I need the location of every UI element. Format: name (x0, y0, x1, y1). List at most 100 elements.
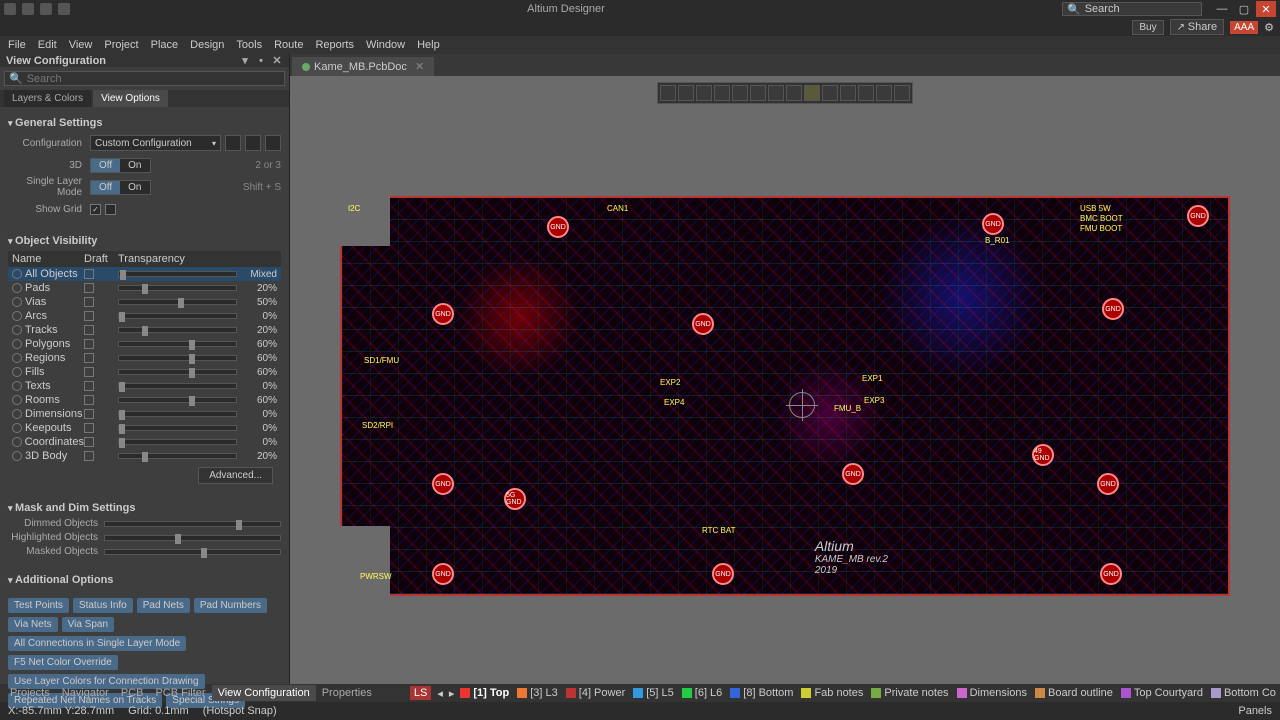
transparency-slider[interactable] (118, 453, 237, 459)
close-tab-icon[interactable]: ✕ (415, 60, 424, 73)
panel-tab[interactable]: View Configuration (212, 685, 316, 701)
panel-tab[interactable]: Navigator (56, 685, 115, 701)
config-delete-icon[interactable] (265, 135, 281, 151)
objvis-row[interactable]: Coordinates 0% (8, 435, 281, 449)
menu-view[interactable]: View (69, 39, 93, 51)
visibility-toggle-icon[interactable] (12, 423, 22, 433)
layer-item[interactable]: Bottom Courtyard (1211, 687, 1276, 699)
global-search[interactable]: 🔍 Search (1062, 2, 1202, 16)
draft-checkbox[interactable] (84, 311, 94, 321)
activebar-tool-icon[interactable] (696, 85, 712, 101)
draft-checkbox[interactable] (84, 269, 94, 279)
transparency-slider[interactable] (118, 355, 237, 361)
minimize-button[interactable]: — (1212, 1, 1232, 17)
gnd-pad[interactable]: GND (1100, 563, 1122, 585)
settings-icon[interactable]: ⚙ (1264, 21, 1274, 34)
mask-slider[interactable] (104, 535, 281, 541)
activebar-tool-icon[interactable] (894, 85, 910, 101)
option-chip[interactable]: All Connections in Single Layer Mode (8, 636, 186, 651)
gnd-pad[interactable]: GND (432, 473, 454, 495)
menu-window[interactable]: Window (366, 39, 405, 51)
activebar-tool-icon[interactable] (732, 85, 748, 101)
objvis-row[interactable]: Dimensions 0% (8, 407, 281, 421)
panel-close-icon[interactable]: ✕ (271, 54, 283, 67)
activebar-tool-icon[interactable] (714, 85, 730, 101)
document-tab[interactable]: Kame_MB.PcbDoc ✕ (292, 57, 434, 76)
gnd-pad[interactable]: GND (1097, 473, 1119, 495)
activebar-tool-icon[interactable] (786, 85, 802, 101)
transparency-slider[interactable] (118, 397, 237, 403)
panel-tab[interactable]: PCB (115, 685, 150, 701)
visibility-toggle-icon[interactable] (12, 283, 22, 293)
draft-checkbox[interactable] (84, 451, 94, 461)
option-chip[interactable]: F5 Net Color Override (8, 655, 118, 670)
visibility-toggle-icon[interactable] (12, 339, 22, 349)
draft-checkbox[interactable] (84, 353, 94, 363)
panel-search[interactable]: 🔍 Search (4, 71, 285, 86)
objvis-row[interactable]: Tracks 20% (8, 323, 281, 337)
object-visibility-header[interactable]: Object Visibility (8, 235, 281, 247)
gnd-pad[interactable]: GND (712, 563, 734, 585)
transparency-slider[interactable] (118, 341, 237, 347)
menu-edit[interactable]: Edit (38, 39, 57, 51)
panel-dropdown-icon[interactable]: ▾ (239, 54, 251, 67)
gnd-pad[interactable]: GND (1102, 298, 1124, 320)
app-icon[interactable] (22, 3, 34, 15)
menu-tools[interactable]: Tools (236, 39, 262, 51)
configuration-dropdown[interactable]: Custom Configuration (90, 135, 221, 151)
tab-view-options[interactable]: View Options (93, 90, 168, 107)
gnd-pad[interactable]: GND (692, 313, 714, 335)
panels-button[interactable]: Panels (1238, 705, 1272, 717)
gnd-pad[interactable]: GND (432, 303, 454, 325)
layer-item[interactable]: [3] L3 (517, 687, 558, 699)
gnd-pad[interactable]: GND (1187, 205, 1209, 227)
transparency-slider[interactable] (118, 271, 237, 277)
transparency-slider[interactable] (118, 411, 237, 417)
draft-checkbox[interactable] (84, 381, 94, 391)
layer-next-icon[interactable]: ▸ (449, 687, 455, 700)
transparency-slider[interactable] (118, 299, 237, 305)
objvis-row[interactable]: All Objects Mixed (8, 267, 281, 281)
gnd-pad[interactable]: GND (547, 216, 569, 238)
transparency-slider[interactable] (118, 425, 237, 431)
gnd-pad[interactable]: GND (842, 463, 864, 485)
menu-reports[interactable]: Reports (315, 39, 354, 51)
visibility-toggle-icon[interactable] (12, 269, 22, 279)
draft-checkbox[interactable] (84, 409, 94, 419)
close-button[interactable]: ✕ (1256, 1, 1276, 17)
config-save-icon[interactable] (245, 135, 261, 151)
activebar-tool-icon[interactable] (858, 85, 874, 101)
visibility-toggle-icon[interactable] (12, 367, 22, 377)
draft-checkbox[interactable] (84, 325, 94, 335)
pcb-canvas[interactable]: Altium KAME_MB rev.2 2019 GNDGNDGNDGNDGN… (290, 76, 1280, 684)
layer-item[interactable]: [6] L6 (682, 687, 723, 699)
gnd-pad[interactable]: GND (432, 563, 454, 585)
visibility-toggle-icon[interactable] (12, 451, 22, 461)
menu-file[interactable]: File (8, 39, 26, 51)
draft-checkbox[interactable] (84, 367, 94, 377)
config-load-icon[interactable] (225, 135, 241, 151)
draft-checkbox[interactable] (84, 283, 94, 293)
activebar-tool-icon[interactable] (876, 85, 892, 101)
visibility-toggle-icon[interactable] (12, 297, 22, 307)
objvis-row[interactable]: Texts 0% (8, 379, 281, 393)
ls-indicator[interactable]: LS (410, 686, 431, 700)
transparency-slider[interactable] (118, 285, 237, 291)
layer-item[interactable]: Fab notes (801, 687, 863, 699)
additional-options-header[interactable]: Additional Options (8, 574, 281, 586)
menu-project[interactable]: Project (104, 39, 138, 51)
menu-place[interactable]: Place (151, 39, 179, 51)
panel-pin-icon[interactable]: • (255, 55, 267, 67)
gnd-pad[interactable]: GND (982, 213, 1004, 235)
user-badge[interactable]: AAA (1230, 21, 1258, 34)
app-icon[interactable] (4, 3, 16, 15)
mask-dim-header[interactable]: Mask and Dim Settings (8, 502, 281, 514)
objvis-row[interactable]: Polygons 60% (8, 337, 281, 351)
objvis-row[interactable]: Keepouts 0% (8, 421, 281, 435)
objvis-row[interactable]: Rooms 60% (8, 393, 281, 407)
transparency-slider[interactable] (118, 369, 237, 375)
activebar-tool-icon[interactable] (822, 85, 838, 101)
activebar-tool-icon[interactable] (678, 85, 694, 101)
maximize-button[interactable]: ▢ (1234, 1, 1254, 17)
show-grid-checkbox-2[interactable] (105, 204, 116, 215)
